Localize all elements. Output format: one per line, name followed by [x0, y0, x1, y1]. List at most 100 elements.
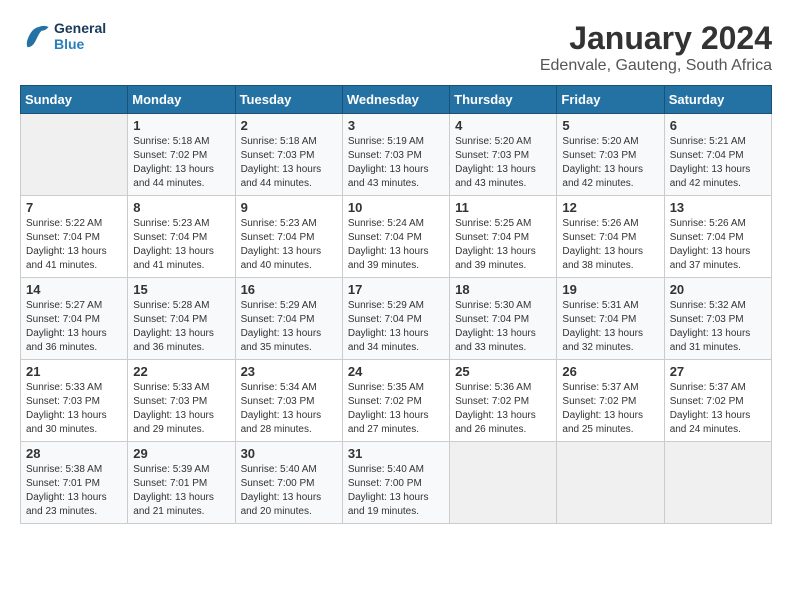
day-number: 22: [133, 364, 229, 379]
cell-info: Sunrise: 5:40 AM Sunset: 7:00 PM Dayligh…: [241, 463, 337, 519]
calendar-cell: [21, 114, 128, 196]
calendar-cell: 18 Sunrise: 5:30 AM Sunset: 7:04 PM Dayl…: [450, 278, 557, 360]
sunset-text: Sunset: 7:04 PM: [26, 313, 122, 327]
calendar-subtitle: Edenvale, Gauteng, South Africa: [540, 57, 772, 75]
daylight-text: Daylight: 13 hours and 43 minutes.: [455, 163, 551, 191]
calendar-cell: 2 Sunrise: 5:18 AM Sunset: 7:03 PM Dayli…: [235, 114, 342, 196]
calendar-cell: 22 Sunrise: 5:33 AM Sunset: 7:03 PM Dayl…: [128, 360, 235, 442]
calendar-cell: 17 Sunrise: 5:29 AM Sunset: 7:04 PM Dayl…: [342, 278, 449, 360]
weekday-header-friday: Friday: [557, 86, 664, 114]
sunset-text: Sunset: 7:04 PM: [241, 313, 337, 327]
calendar-cell: 25 Sunrise: 5:36 AM Sunset: 7:02 PM Dayl…: [450, 360, 557, 442]
cell-info: Sunrise: 5:23 AM Sunset: 7:04 PM Dayligh…: [241, 217, 337, 273]
day-number: 31: [348, 446, 444, 461]
cell-info: Sunrise: 5:18 AM Sunset: 7:03 PM Dayligh…: [241, 135, 337, 191]
cell-info: Sunrise: 5:36 AM Sunset: 7:02 PM Dayligh…: [455, 381, 551, 437]
daylight-text: Daylight: 13 hours and 34 minutes.: [348, 327, 444, 355]
day-number: 3: [348, 118, 444, 133]
day-number: 11: [455, 200, 551, 215]
calendar-cell: 23 Sunrise: 5:34 AM Sunset: 7:03 PM Dayl…: [235, 360, 342, 442]
daylight-text: Daylight: 13 hours and 32 minutes.: [562, 327, 658, 355]
cell-info: Sunrise: 5:25 AM Sunset: 7:04 PM Dayligh…: [455, 217, 551, 273]
calendar-week-row: 7 Sunrise: 5:22 AM Sunset: 7:04 PM Dayli…: [21, 196, 772, 278]
daylight-text: Daylight: 13 hours and 37 minutes.: [670, 245, 766, 273]
calendar-cell: 19 Sunrise: 5:31 AM Sunset: 7:04 PM Dayl…: [557, 278, 664, 360]
daylight-text: Daylight: 13 hours and 42 minutes.: [670, 163, 766, 191]
calendar-cell: 9 Sunrise: 5:23 AM Sunset: 7:04 PM Dayli…: [235, 196, 342, 278]
sunset-text: Sunset: 7:02 PM: [133, 149, 229, 163]
sunrise-text: Sunrise: 5:26 AM: [670, 217, 766, 231]
calendar-cell: 15 Sunrise: 5:28 AM Sunset: 7:04 PM Dayl…: [128, 278, 235, 360]
sunset-text: Sunset: 7:04 PM: [455, 231, 551, 245]
sunset-text: Sunset: 7:03 PM: [26, 395, 122, 409]
day-number: 15: [133, 282, 229, 297]
sunrise-text: Sunrise: 5:23 AM: [133, 217, 229, 231]
day-number: 17: [348, 282, 444, 297]
sunset-text: Sunset: 7:02 PM: [562, 395, 658, 409]
daylight-text: Daylight: 13 hours and 30 minutes.: [26, 409, 122, 437]
sunrise-text: Sunrise: 5:23 AM: [241, 217, 337, 231]
calendar-week-row: 21 Sunrise: 5:33 AM Sunset: 7:03 PM Dayl…: [21, 360, 772, 442]
day-number: 9: [241, 200, 337, 215]
sunset-text: Sunset: 7:04 PM: [562, 313, 658, 327]
sunrise-text: Sunrise: 5:34 AM: [241, 381, 337, 395]
weekday-header-thursday: Thursday: [450, 86, 557, 114]
cell-info: Sunrise: 5:38 AM Sunset: 7:01 PM Dayligh…: [26, 463, 122, 519]
day-number: 27: [670, 364, 766, 379]
sunrise-text: Sunrise: 5:33 AM: [26, 381, 122, 395]
calendar-cell: 24 Sunrise: 5:35 AM Sunset: 7:02 PM Dayl…: [342, 360, 449, 442]
calendar-cell: [664, 442, 771, 524]
day-number: 24: [348, 364, 444, 379]
sunset-text: Sunset: 7:04 PM: [26, 231, 122, 245]
cell-info: Sunrise: 5:33 AM Sunset: 7:03 PM Dayligh…: [26, 381, 122, 437]
daylight-text: Daylight: 13 hours and 27 minutes.: [348, 409, 444, 437]
daylight-text: Daylight: 13 hours and 33 minutes.: [455, 327, 551, 355]
cell-info: Sunrise: 5:27 AM Sunset: 7:04 PM Dayligh…: [26, 299, 122, 355]
weekday-header-saturday: Saturday: [664, 86, 771, 114]
daylight-text: Daylight: 13 hours and 44 minutes.: [241, 163, 337, 191]
sunrise-text: Sunrise: 5:27 AM: [26, 299, 122, 313]
sunset-text: Sunset: 7:04 PM: [670, 149, 766, 163]
daylight-text: Daylight: 13 hours and 36 minutes.: [26, 327, 122, 355]
daylight-text: Daylight: 13 hours and 28 minutes.: [241, 409, 337, 437]
sunrise-text: Sunrise: 5:20 AM: [562, 135, 658, 149]
calendar-cell: 30 Sunrise: 5:40 AM Sunset: 7:00 PM Dayl…: [235, 442, 342, 524]
day-number: 25: [455, 364, 551, 379]
sunrise-text: Sunrise: 5:32 AM: [670, 299, 766, 313]
calendar-cell: 12 Sunrise: 5:26 AM Sunset: 7:04 PM Dayl…: [557, 196, 664, 278]
sunrise-text: Sunrise: 5:21 AM: [670, 135, 766, 149]
sunset-text: Sunset: 7:03 PM: [241, 395, 337, 409]
sunrise-text: Sunrise: 5:30 AM: [455, 299, 551, 313]
daylight-text: Daylight: 13 hours and 31 minutes.: [670, 327, 766, 355]
daylight-text: Daylight: 13 hours and 39 minutes.: [455, 245, 551, 273]
calendar-week-row: 28 Sunrise: 5:38 AM Sunset: 7:01 PM Dayl…: [21, 442, 772, 524]
sunset-text: Sunset: 7:04 PM: [562, 231, 658, 245]
logo: General Blue: [20, 20, 106, 52]
sunset-text: Sunset: 7:02 PM: [348, 395, 444, 409]
sunrise-text: Sunrise: 5:37 AM: [670, 381, 766, 395]
day-number: 29: [133, 446, 229, 461]
sunset-text: Sunset: 7:03 PM: [670, 313, 766, 327]
sunrise-text: Sunrise: 5:28 AM: [133, 299, 229, 313]
day-number: 21: [26, 364, 122, 379]
day-number: 23: [241, 364, 337, 379]
cell-info: Sunrise: 5:28 AM Sunset: 7:04 PM Dayligh…: [133, 299, 229, 355]
day-number: 13: [670, 200, 766, 215]
sunrise-text: Sunrise: 5:19 AM: [348, 135, 444, 149]
sunset-text: Sunset: 7:03 PM: [562, 149, 658, 163]
sunrise-text: Sunrise: 5:18 AM: [241, 135, 337, 149]
day-number: 14: [26, 282, 122, 297]
sunset-text: Sunset: 7:00 PM: [348, 477, 444, 491]
sunrise-text: Sunrise: 5:31 AM: [562, 299, 658, 313]
daylight-text: Daylight: 13 hours and 41 minutes.: [26, 245, 122, 273]
day-number: 2: [241, 118, 337, 133]
daylight-text: Daylight: 13 hours and 39 minutes.: [348, 245, 444, 273]
logo-text-general: General: [54, 20, 106, 36]
logo-icon: [20, 21, 50, 51]
calendar-cell: 20 Sunrise: 5:32 AM Sunset: 7:03 PM Dayl…: [664, 278, 771, 360]
calendar-cell: 28 Sunrise: 5:38 AM Sunset: 7:01 PM Dayl…: [21, 442, 128, 524]
calendar-week-row: 1 Sunrise: 5:18 AM Sunset: 7:02 PM Dayli…: [21, 114, 772, 196]
daylight-text: Daylight: 13 hours and 41 minutes.: [133, 245, 229, 273]
calendar-cell: 11 Sunrise: 5:25 AM Sunset: 7:04 PM Dayl…: [450, 196, 557, 278]
logo-text-blue: Blue: [54, 36, 106, 52]
